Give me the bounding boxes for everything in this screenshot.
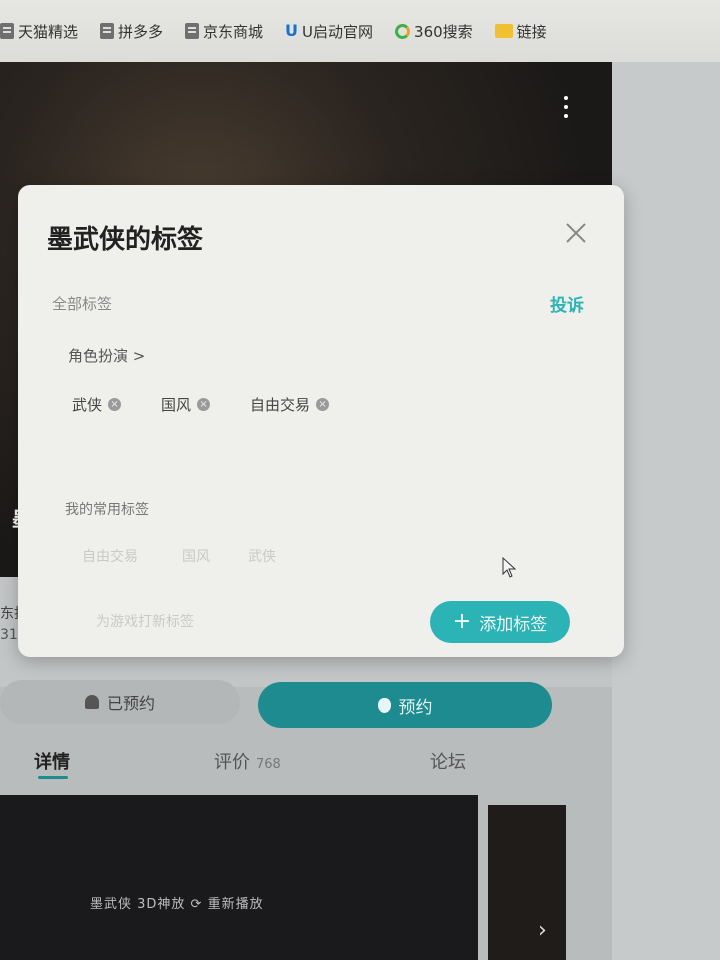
document-icon [100,23,115,39]
bookmark-uqidong[interactable]: U U启动官网 [285,21,373,42]
game-video-thumbnail[interactable] [0,795,478,960]
bookmarks-bar: 天猫精选 拼多多 京东商城 U U启动官网 360搜索 链接 [0,0,720,62]
360-ring-icon [395,23,411,39]
game-screenshot-thumbnail[interactable] [488,805,566,960]
tag-label: 国风 [161,396,192,414]
new-tag-input[interactable]: 为游戏打新标签 [96,611,194,631]
bookmark-label: 天猫精选 [18,22,79,41]
common-tags-label: 我的常用标签 [65,502,149,518]
tab-review-label: 评价 [214,752,250,773]
tab-forum[interactable]: 论坛 [430,748,466,774]
bookmark-label: 京东商城 [203,22,264,41]
complain-link[interactable]: 投诉 [550,291,584,316]
dialog-title: 墨武侠的标签 [47,225,204,255]
active-tab-indicator [38,776,68,779]
bookmark-label: 链接 [516,22,547,41]
tag-label: 武侠 [72,396,103,414]
tab-forum-label: 论坛 [430,752,466,773]
tab-detail-label: 详情 [34,752,70,773]
tag-label: 自由交易 [250,396,311,414]
video-caption: 墨武侠 3D神放 ⟳ 重新播放 [90,897,264,912]
plus-icon: + [452,609,472,634]
bookmark-label: 拼多多 [118,22,164,41]
bookmark-pinduoduo[interactable]: 拼多多 [100,21,163,42]
android-icon [84,695,99,709]
bookmark-label: 360搜索 [414,22,473,41]
common-tag[interactable]: 自由交易 [82,546,138,566]
tab-detail[interactable]: 详情 [34,748,70,774]
remove-tag-icon[interactable]: × [197,398,211,411]
chevron-right-icon[interactable]: › [538,918,547,943]
content-tabs: 详情 评价 768 论坛 [0,740,612,790]
folder-icon [494,24,513,38]
reserve-button[interactable]: 预约 [258,682,552,728]
category-link[interactable]: 角色扮演 > [68,345,145,366]
reserve-label: 预约 [398,697,433,718]
tag-chip: 自由交易 × [250,394,330,415]
add-tag-label: 添加标签 [479,614,548,635]
common-tag[interactable]: 武侠 [248,546,276,566]
tags-dialog: 墨武侠的标签 全部标签 投诉 角色扮演 > 武侠 × 国风 × 自由交易 × 我… [18,185,624,657]
remove-tag-icon[interactable]: × [316,398,330,411]
document-icon [185,23,200,39]
bookmark-jd[interactable]: 京东商城 [185,21,263,42]
document-icon [0,23,14,39]
bookmark-tmall[interactable]: 天猫精选 [0,21,78,42]
mouse-cursor-icon [502,557,517,578]
remove-tag-icon[interactable]: × [108,398,122,411]
common-tag[interactable]: 国风 [182,546,210,566]
bookmark-360-search[interactable]: 360搜索 [395,21,473,42]
all-tags-label: 全部标签 [52,295,113,313]
more-options-icon[interactable] [562,96,570,118]
review-count: 768 [256,757,281,772]
add-tag-button[interactable]: + 添加标签 [430,601,570,643]
reserved-button[interactable]: 已预约 [0,680,240,724]
tag-chip: 武侠 × [72,394,122,415]
close-icon[interactable] [564,221,588,245]
page-gutter [612,62,720,960]
bookmark-label: U启动官网 [302,22,374,41]
apple-icon [377,697,391,713]
u-logo-icon: U [285,21,299,40]
tab-review[interactable]: 评价 768 [214,748,281,774]
bookmark-links-folder[interactable]: 链接 [494,21,547,42]
reserved-label: 已预约 [106,694,155,713]
tag-chip: 国风 × [161,394,211,415]
